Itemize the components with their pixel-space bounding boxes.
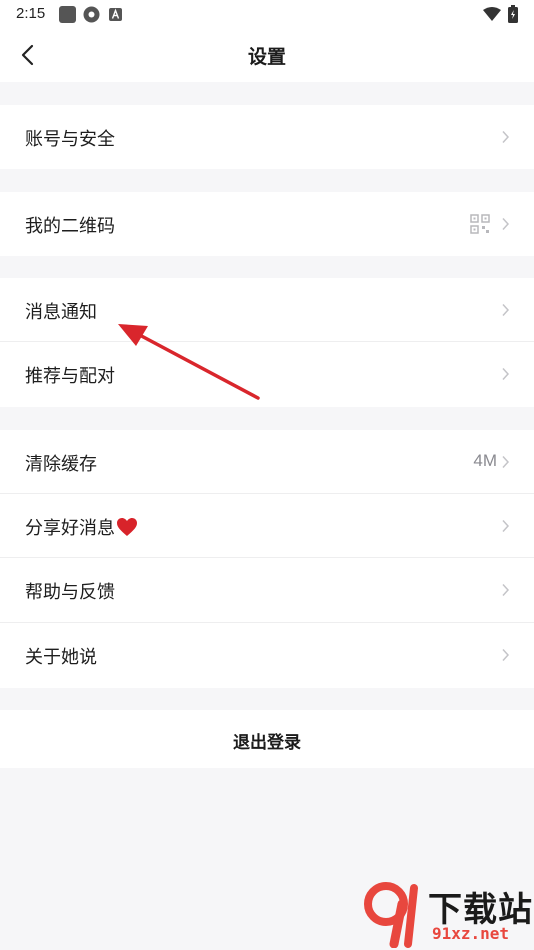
settings-item-label: 帮助与反馈 bbox=[25, 582, 115, 603]
annotation-arrow-icon bbox=[118, 324, 260, 400]
settings-item-label: 推荐与配对 bbox=[25, 366, 115, 387]
settings-item-label: 清除缓存 bbox=[25, 454, 97, 475]
settings-item-clear-cache[interactable]: 清除缓存 4M bbox=[0, 430, 534, 494]
settings-item-about[interactable]: 关于她说 bbox=[0, 623, 534, 688]
qr-code-icon bbox=[470, 214, 490, 234]
settings-item-label: 账号与安全 bbox=[25, 129, 115, 150]
battery-icon bbox=[508, 5, 518, 23]
settings-item-share[interactable]: 分享好消息 bbox=[0, 494, 534, 558]
settings-item-label: 分享好消息 bbox=[25, 518, 115, 539]
chevron-right-icon bbox=[502, 367, 510, 381]
settings-item-label: 我的二维码 bbox=[25, 216, 115, 237]
sync-notification-icon bbox=[83, 6, 100, 23]
wifi-icon bbox=[483, 7, 501, 21]
status-bar: 2:15 bbox=[0, 0, 534, 28]
settings-item-my-qr-code[interactable]: 我的二维码 bbox=[0, 192, 534, 256]
status-time: 2:15 bbox=[16, 5, 46, 22]
settings-item-label-wrap: 分享好消息 bbox=[25, 514, 138, 540]
settings-item-account-security[interactable]: 账号与安全 bbox=[0, 105, 534, 169]
watermark-logo-icon bbox=[364, 882, 418, 948]
chevron-right-icon bbox=[502, 648, 510, 662]
chevron-right-icon bbox=[502, 303, 510, 317]
chevron-right-icon bbox=[502, 130, 510, 144]
watermark: 下载站 91xz.net bbox=[360, 880, 534, 950]
logout-label: 退出登录 bbox=[233, 733, 301, 753]
font-notification-icon bbox=[109, 8, 122, 21]
settings-item-label: 消息通知 bbox=[25, 302, 97, 323]
header: 设置 bbox=[0, 28, 534, 82]
heart-icon bbox=[117, 518, 137, 536]
chevron-right-icon bbox=[502, 455, 510, 469]
logout-button[interactable]: 退出登录 bbox=[0, 710, 534, 768]
chevron-right-icon bbox=[502, 583, 510, 597]
page-title: 设置 bbox=[247, 46, 286, 68]
chevron-right-icon bbox=[502, 217, 510, 231]
cache-size-value: 4M bbox=[473, 451, 497, 470]
watermark-site: 91xz.net bbox=[432, 924, 510, 943]
app-notification-icon bbox=[59, 6, 76, 23]
settings-item-help-feedback[interactable]: 帮助与反馈 bbox=[0, 558, 534, 623]
settings-item-label: 关于她说 bbox=[25, 647, 97, 668]
chevron-right-icon bbox=[502, 519, 510, 533]
